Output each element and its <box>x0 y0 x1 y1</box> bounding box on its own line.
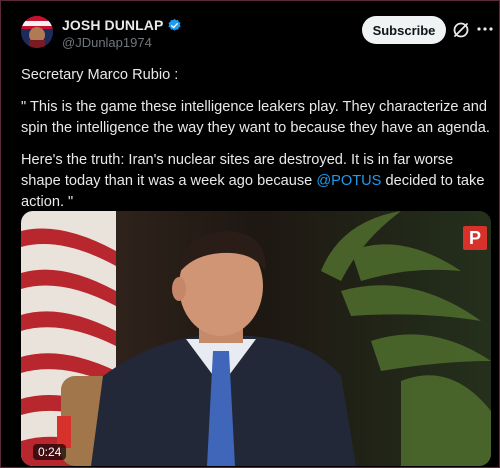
video-frame-image <box>21 211 491 466</box>
post-line-3: Here's the truth: Iran's nuclear sites a… <box>21 150 493 213</box>
post-card: JOSH DUNLAP @JDunlap1974 Subscribe Secre… <box>0 0 500 468</box>
channel-logo: P <box>463 226 487 250</box>
grok-slash-icon[interactable] <box>451 20 471 40</box>
avatar[interactable] <box>21 16 53 48</box>
video-player[interactable]: P 0:24 <box>21 211 491 466</box>
mention-link[interactable]: @POTUS <box>316 173 381 189</box>
more-options-icon[interactable] <box>475 19 495 39</box>
post-line-1: Secretary Marco Rubio : <box>21 67 179 83</box>
post-line-2: " This is the game these intelligence le… <box>21 99 490 136</box>
video-duration: 0:24 <box>33 444 67 460</box>
subscribe-button[interactable]: Subscribe <box>362 16 446 44</box>
author-name[interactable]: JOSH DUNLAP <box>62 17 163 33</box>
author-handle[interactable]: @JDunlap1974 <box>62 35 152 50</box>
post-text: Secretary Marco Rubio : " This is the ga… <box>21 65 493 213</box>
verified-badge-icon <box>167 18 182 33</box>
